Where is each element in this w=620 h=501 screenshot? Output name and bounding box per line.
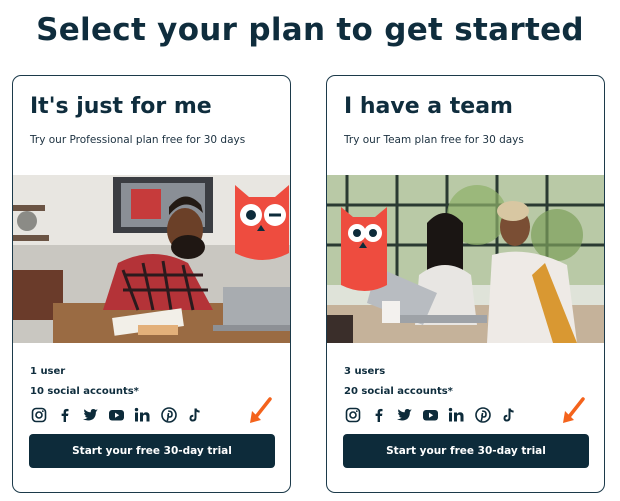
twitter-icon bbox=[395, 405, 414, 424]
plan-subtitle: Try our Professional plan free for 30 da… bbox=[30, 134, 246, 146]
linkedin-icon bbox=[447, 405, 466, 424]
plan-card-team: I have a team Try our Team plan free for… bbox=[326, 75, 605, 493]
tiktok-icon bbox=[499, 405, 518, 424]
facebook-icon bbox=[369, 405, 388, 424]
instagram-icon bbox=[343, 405, 362, 424]
youtube-icon bbox=[421, 405, 440, 424]
owl-mascot-icon bbox=[341, 207, 387, 291]
start-trial-button[interactable]: Start your free 30-day trial bbox=[29, 434, 275, 468]
social-network-list bbox=[29, 405, 204, 424]
man-working-at-desk-photo bbox=[13, 175, 290, 343]
plan-social-accounts: 20 social accounts* bbox=[344, 386, 453, 397]
plan-title: I have a team bbox=[344, 94, 513, 119]
start-trial-button[interactable]: Start your free 30-day trial bbox=[343, 434, 589, 468]
plan-selection-page: Select your plan to get started It's jus… bbox=[0, 0, 620, 501]
pinterest-icon bbox=[159, 405, 178, 424]
linkedin-icon bbox=[133, 405, 152, 424]
plan-title: It's just for me bbox=[30, 94, 212, 119]
plan-user-count: 3 users bbox=[344, 366, 386, 377]
social-network-list bbox=[343, 405, 518, 424]
arrow-icon bbox=[563, 397, 585, 423]
plan-card-professional: It's just for me Try our Professional pl… bbox=[12, 75, 291, 493]
page-headline: Select your plan to get started bbox=[36, 12, 584, 48]
twitter-icon bbox=[81, 405, 100, 424]
arrow-icon bbox=[250, 397, 272, 423]
facebook-icon bbox=[55, 405, 74, 424]
plan-user-count: 1 user bbox=[30, 366, 66, 377]
pinterest-icon bbox=[473, 405, 492, 424]
plan-subtitle: Try our Team plan free for 30 days bbox=[344, 134, 524, 146]
two-women-at-laptop-photo bbox=[327, 175, 604, 343]
youtube-icon bbox=[107, 405, 126, 424]
instagram-icon bbox=[29, 405, 48, 424]
plan-social-accounts: 10 social accounts* bbox=[30, 386, 139, 397]
tiktok-icon bbox=[185, 405, 204, 424]
